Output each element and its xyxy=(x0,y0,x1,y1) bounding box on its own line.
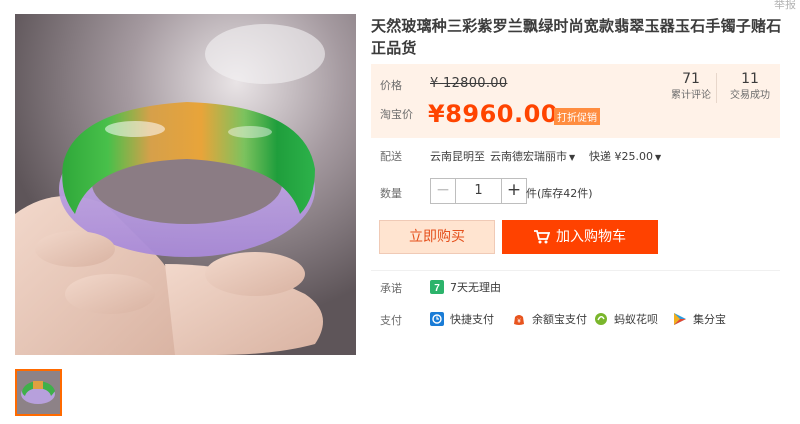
promise-text: 7天无理由 xyxy=(450,281,501,294)
chevron-down-icon: ▼ xyxy=(655,153,662,162)
ship-method: 快递 ¥25.00 xyxy=(589,150,653,163)
product-title: 天然玻璃种三彩紫罗兰飘绿时尚宽款翡翠玉器玉石手镯子赌石正品货 xyxy=(371,17,782,57)
product-main-image[interactable] xyxy=(15,14,356,355)
quick-pay-icon xyxy=(430,312,444,326)
promo-tag: 打折促销 xyxy=(554,108,600,125)
payment-quick-pay[interactable]: 快捷支付 xyxy=(430,311,494,327)
product-thumbnail[interactable] xyxy=(15,369,62,416)
ship-destination-select[interactable]: 云南德宏瑞丽市 ▼ xyxy=(490,148,575,164)
payment-yuebao[interactable]: ¥ 余额宝支付 xyxy=(512,311,587,327)
sales-count: 11 xyxy=(741,71,759,87)
stat-divider xyxy=(716,73,717,103)
quantity-label: 数量 xyxy=(380,187,402,200)
ship-destination: 云南德宏瑞丽市 xyxy=(490,150,567,163)
shipping-label: 配送 xyxy=(380,150,402,163)
review-stat[interactable]: 71 累计评论 xyxy=(666,70,716,104)
report-link[interactable]: 举报 xyxy=(774,0,796,12)
review-label: 累计评论 xyxy=(671,90,711,101)
quantity-increase-button[interactable]: + xyxy=(501,178,527,204)
quantity-decrease-button[interactable]: − xyxy=(430,178,456,204)
review-count: 71 xyxy=(682,71,700,87)
payment-method-label: 快捷支付 xyxy=(450,313,494,326)
payment-method-label: 蚂蚁花呗 xyxy=(614,313,658,326)
promise-item[interactable]: 7 7天无理由 xyxy=(430,279,501,295)
ship-method-select[interactable]: 快递 ¥25.00 ▼ xyxy=(589,148,661,164)
payment-label: 支付 xyxy=(380,314,402,327)
promise-label: 承诺 xyxy=(380,282,402,295)
ship-to-word: 至 xyxy=(474,150,485,163)
chevron-down-icon: ▼ xyxy=(569,153,576,162)
ship-from: 云南昆明 xyxy=(430,150,474,163)
sales-label: 交易成功 xyxy=(730,90,770,101)
yuebao-icon: ¥ xyxy=(514,315,524,325)
cart-icon xyxy=(534,230,550,244)
stock-text: 件(库存42件) xyxy=(526,187,593,200)
promo-price: ¥8960.00 xyxy=(428,100,559,128)
huabei-icon xyxy=(595,313,607,325)
original-price-label: 价格 xyxy=(380,79,402,92)
quantity-input[interactable]: 1 xyxy=(456,178,501,204)
jifenbao-icon xyxy=(674,313,686,325)
add-to-cart-label: 加入购物车 xyxy=(556,229,626,245)
payment-jifenbao[interactable]: 集分宝 xyxy=(673,311,726,327)
payment-method-label: 集分宝 xyxy=(693,313,726,326)
promo-price-label: 淘宝价 xyxy=(380,108,413,121)
payment-huabei[interactable]: 蚂蚁花呗 xyxy=(594,311,658,327)
svg-text:7: 7 xyxy=(434,283,440,294)
price-panel: 价格 ¥ 12800.00 淘宝价 ¥8960.00 打折促销 71 累计评论 … xyxy=(371,64,780,138)
section-divider xyxy=(371,270,780,271)
seven-day-return-icon: 7 xyxy=(430,280,444,294)
payment-method-label: 余额宝支付 xyxy=(532,313,587,326)
buy-now-button[interactable]: 立即购买 xyxy=(379,220,495,254)
sales-stat: 11 交易成功 xyxy=(723,70,777,104)
add-to-cart-button[interactable]: 加入购物车 xyxy=(502,220,658,254)
quantity-stepper: − 1 + xyxy=(430,178,527,204)
original-price: ¥ 12800.00 xyxy=(430,76,508,91)
